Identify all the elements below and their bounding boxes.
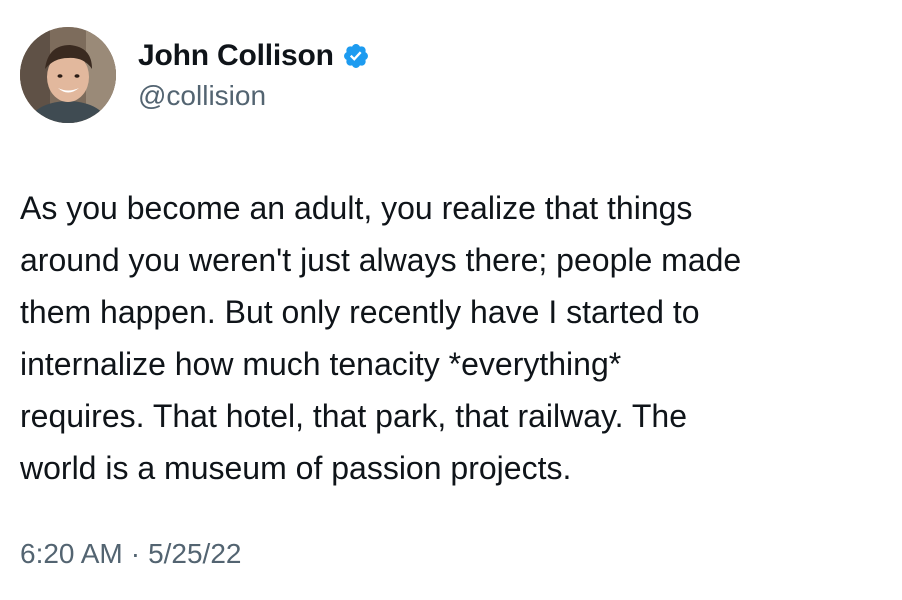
tweet-text-line: internalize how much tenacity *everythin… (20, 346, 622, 382)
author-display-name[interactable]: John Collison (138, 39, 334, 73)
tweet-text-line: As you become an adult, you realize that… (20, 190, 693, 226)
tweet-text-line: them happen. But only recently have I st… (20, 294, 700, 330)
tweet-card: John Collison @collision As you become a… (0, 0, 902, 600)
tweet-time: 6:20 AM (20, 538, 123, 569)
tweet-text-line: around you weren't just always there; pe… (20, 242, 742, 278)
author-handle[interactable]: @collision (138, 80, 266, 112)
tweet-text: As you become an adult, you realize that… (20, 182, 892, 494)
author-name-row: John Collison (138, 36, 370, 76)
verified-badge-icon[interactable] (342, 42, 370, 70)
tweet-text-line: requires. That hotel, that park, that ra… (20, 398, 688, 434)
tweet-text-line: world is a museum of passion projects. (20, 450, 572, 486)
profile-photo-icon (20, 27, 116, 123)
avatar[interactable] (20, 27, 116, 123)
tweet-timestamp[interactable]: 6:20 AM · 5/25/22 (20, 538, 241, 570)
meta-separator: · (130, 538, 141, 569)
tweet-date: 5/25/22 (148, 538, 242, 569)
